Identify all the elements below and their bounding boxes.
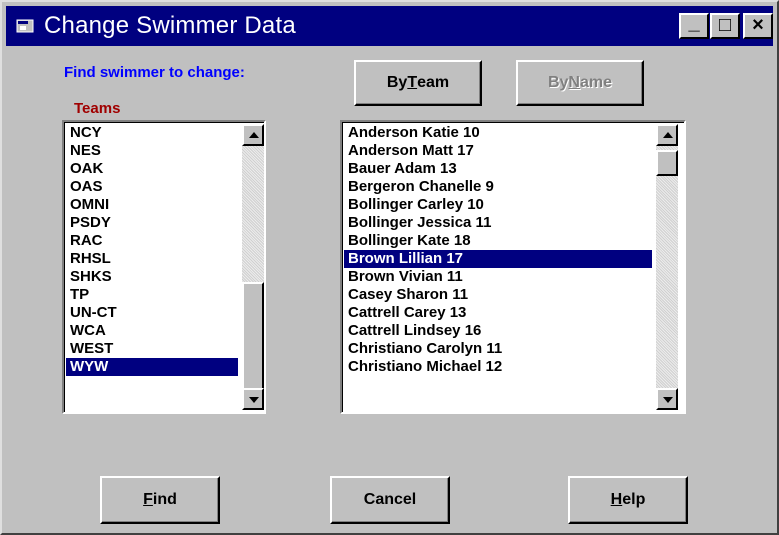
team-list-item[interactable]: OAK <box>66 160 238 178</box>
swimmer-list-item[interactable]: Casey Sharon 11 <box>344 286 652 304</box>
swimmer-list-item[interactable]: Christiano Michael 12 <box>344 358 652 376</box>
team-list-item[interactable]: NES <box>66 142 238 160</box>
teams-label: Teams <box>74 100 121 117</box>
maximize-button[interactable]: □ <box>710 13 740 39</box>
teams-scrollbar[interactable] <box>242 124 264 410</box>
swimmer-list-item[interactable]: Brown Lillian 17 <box>344 250 652 268</box>
window-title: Change Swimmer Data <box>44 12 296 39</box>
team-list-item[interactable]: SHKS <box>66 268 238 286</box>
find-swimmer-label: Find swimmer to change: <box>64 64 245 81</box>
by-name-accel: N <box>568 74 580 91</box>
maximize-icon: □ <box>718 14 732 36</box>
team-list-item[interactable]: OMNI <box>66 196 238 214</box>
swimmers-listbox[interactable]: Anderson Katie 10 Anderson Matt 17 Bauer A… <box>340 120 686 414</box>
swimmer-list-item[interactable]: Bauer Adam 13 <box>344 160 652 178</box>
team-list-item[interactable]: WYW <box>66 358 238 376</box>
help-accel: H <box>610 491 623 508</box>
close-button[interactable]: × <box>743 13 773 39</box>
minimize-icon: _ <box>688 12 700 34</box>
teams-scroll-up-button[interactable] <box>242 124 264 146</box>
by-team-label-post: eam <box>417 74 450 91</box>
swimmer-list-item[interactable]: Bollinger Kate 18 <box>344 232 652 250</box>
minimize-button[interactable]: _ <box>679 13 709 39</box>
team-list-item[interactable]: NCY <box>66 124 238 142</box>
by-name-label-post: ame <box>579 74 613 91</box>
team-list-item[interactable]: UN-CT <box>66 304 238 322</box>
find-accel: F <box>143 491 153 508</box>
team-list-item[interactable]: OAS <box>66 178 238 196</box>
change-swimmer-window: Change Swimmer Data _ □ × Find swimmer t… <box>0 0 779 535</box>
by-name-button: By Name <box>516 60 644 106</box>
swimmers-list: Anderson Katie 10 Anderson Matt 17 Bauer A… <box>344 124 652 376</box>
team-list-item[interactable]: RHSL <box>66 250 238 268</box>
swimmer-list-item[interactable]: Bollinger Carley 10 <box>344 196 652 214</box>
team-list-item[interactable]: TP <box>66 286 238 304</box>
scroll-down-icon <box>663 397 673 403</box>
swimmer-list-item[interactable]: Cattrell Lindsey 16 <box>344 322 652 340</box>
swimmer-list-item[interactable]: Anderson Katie 10 <box>344 124 652 142</box>
find-button[interactable]: Find <box>100 476 220 524</box>
title-bar[interactable]: Change Swimmer Data _ □ × <box>6 6 773 46</box>
cancel-button[interactable]: Cancel <box>330 476 450 524</box>
teams-listbox[interactable]: NCY NES OAK OAS OMNI PSDY RAC RHSL SHKS TP UN-CT WC… <box>62 120 266 414</box>
swimmer-list-item[interactable]: Brown Vivian 11 <box>344 268 652 286</box>
close-icon: × <box>752 14 764 36</box>
help-button[interactable]: Help <box>568 476 688 524</box>
scroll-up-icon <box>663 132 673 138</box>
team-list-item[interactable]: WCA <box>66 322 238 340</box>
team-list-item[interactable]: RAC <box>66 232 238 250</box>
swimmers-scroll-thumb[interactable] <box>656 150 678 176</box>
by-team-label-pre: By <box>386 74 408 91</box>
find-label-post: ind <box>152 491 177 508</box>
swimmer-list-item[interactable]: Bergeron Chanelle 9 <box>344 178 652 196</box>
help-label-post: elp <box>622 491 646 508</box>
swimmer-list-item[interactable]: Christiano Carolyn 11 <box>344 340 652 358</box>
team-list-item[interactable]: WEST <box>66 340 238 358</box>
swimmers-scroll-down-button[interactable] <box>656 388 678 410</box>
team-list-item[interactable]: PSDY <box>66 214 238 232</box>
teams-scroll-down-button[interactable] <box>242 388 264 410</box>
teams-list: NCY NES OAK OAS OMNI PSDY RAC RHSL SHKS TP UN-CT WC… <box>66 124 238 376</box>
window-icon <box>16 19 34 33</box>
teams-scroll-thumb[interactable] <box>242 282 264 390</box>
scroll-up-icon <box>249 132 259 138</box>
cancel-label: Cancel <box>363 491 417 508</box>
swimmer-list-item[interactable]: Bollinger Jessica 11 <box>344 214 652 232</box>
by-team-button[interactable]: By Team <box>354 60 482 106</box>
swimmer-list-item[interactable]: Cattrell Carey 13 <box>344 304 652 322</box>
by-team-accel: T <box>407 74 418 91</box>
swimmers-scrollbar[interactable] <box>656 124 678 410</box>
scroll-down-icon <box>249 397 259 403</box>
swimmers-scroll-up-button[interactable] <box>656 124 678 146</box>
by-name-label-pre: By <box>547 74 569 91</box>
swimmer-list-item[interactable]: Anderson Matt 17 <box>344 142 652 160</box>
